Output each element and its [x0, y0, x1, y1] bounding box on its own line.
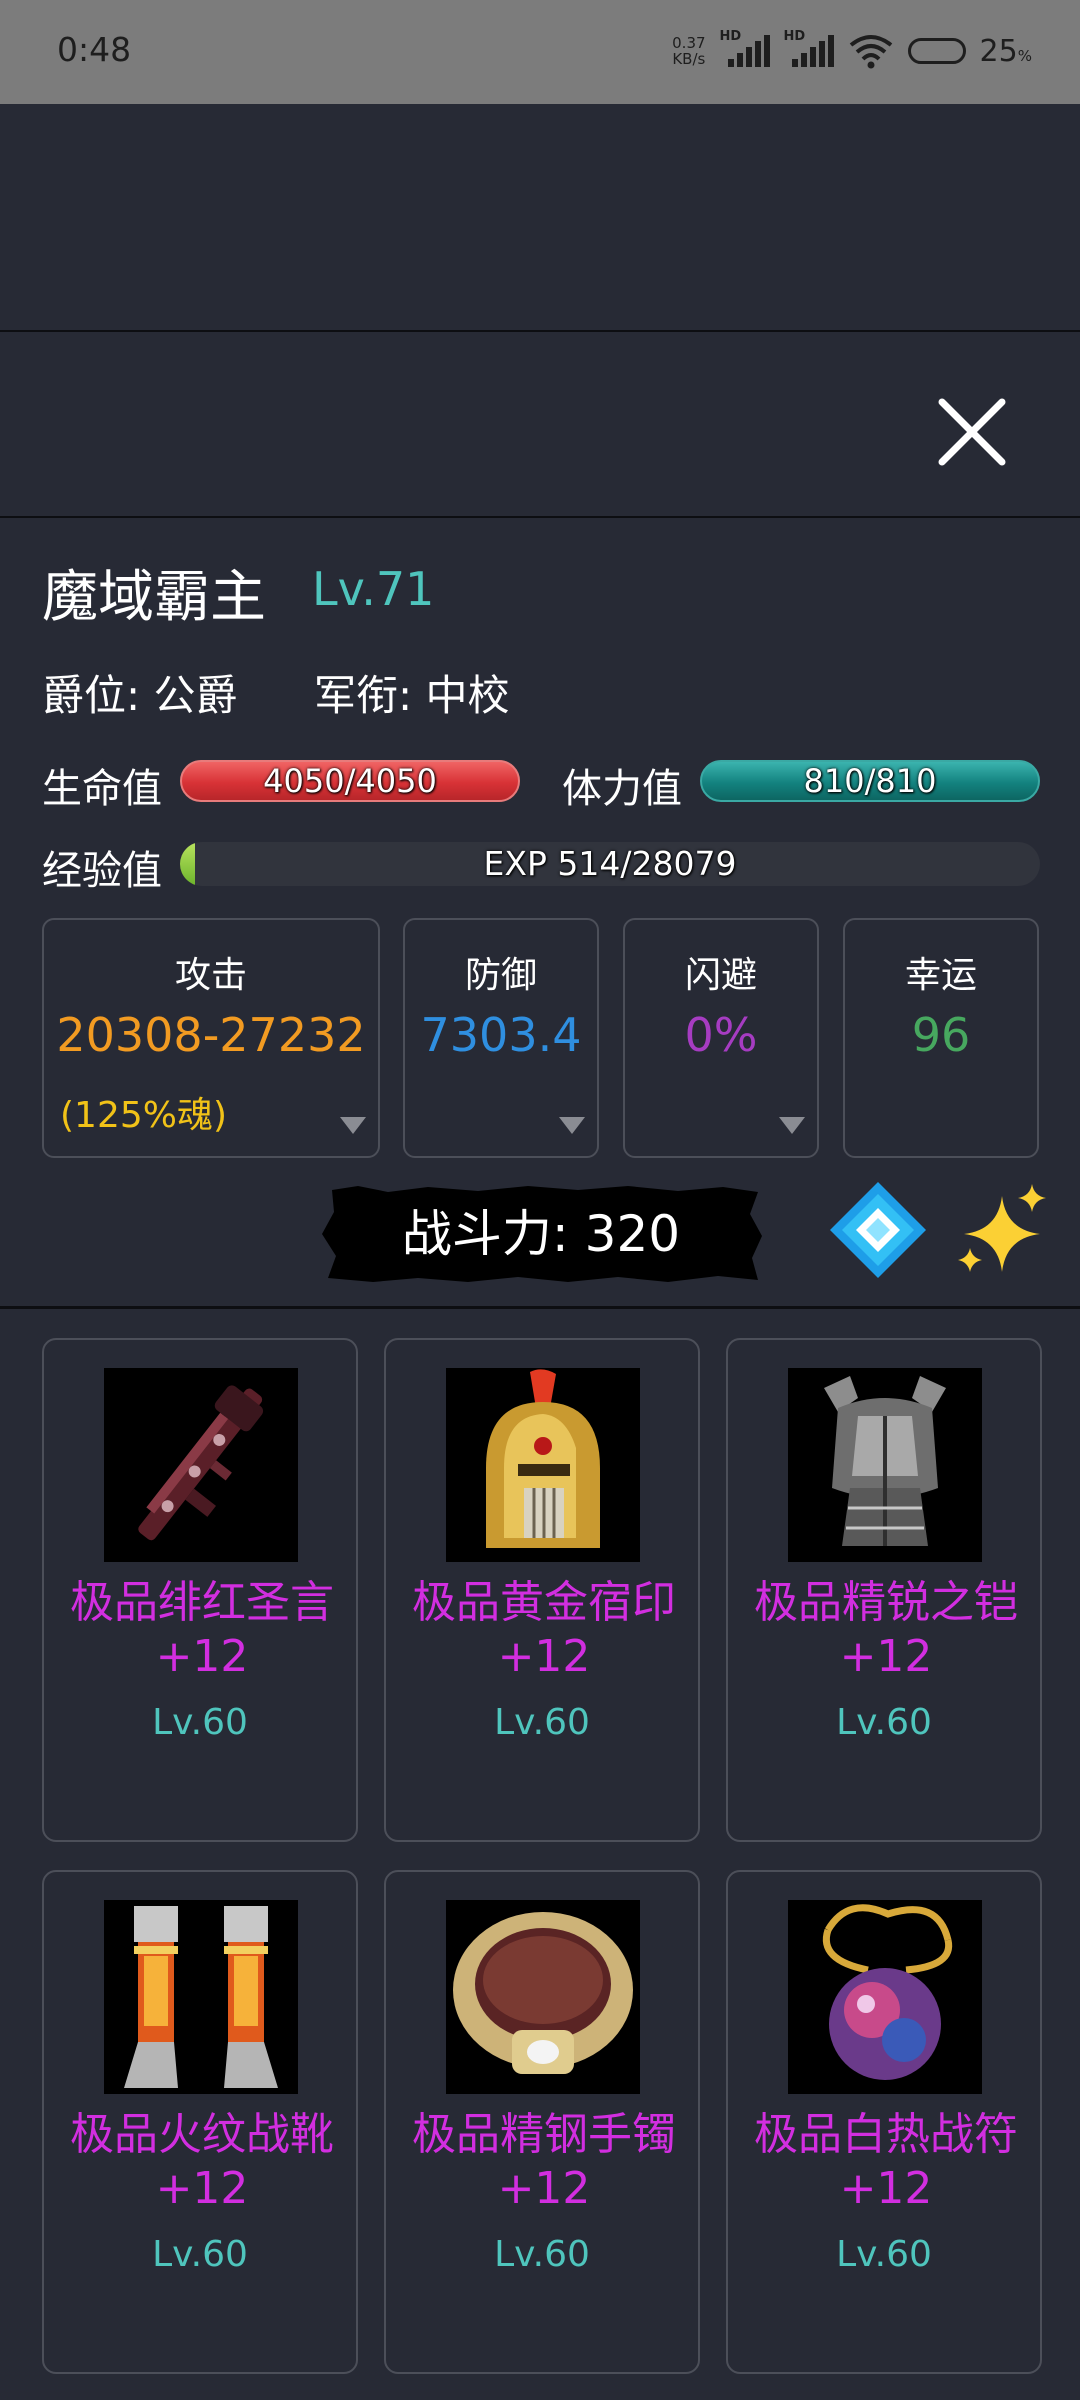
- stat-luck: 幸运 96: [843, 918, 1039, 1158]
- dodge-value: 0%: [684, 1008, 758, 1062]
- stamina-value: 810/810: [803, 762, 937, 800]
- equipment-slot-amulet[interactable]: 极品白热战符+12 Lv.60: [726, 1870, 1042, 2374]
- luck-title: 幸运: [904, 955, 977, 996]
- section-divider: [0, 1306, 1080, 1309]
- item-level: Lv.60: [836, 1702, 932, 1743]
- stamina-bar: 810/810: [700, 760, 1040, 802]
- title-rank: 爵位: 公爵: [42, 671, 238, 720]
- signal-hd-label: HD: [719, 29, 742, 44]
- hp-value: 4050/4050: [263, 762, 437, 800]
- item-level: Lv.60: [836, 2234, 932, 2275]
- status-icons: 0.37 KB/s HD HD 25%: [672, 28, 1032, 74]
- signal-icon-2: HD: [784, 29, 834, 69]
- item-name: 极品白热战符+12: [754, 2109, 1018, 2214]
- item-level: Lv.60: [152, 2234, 248, 2275]
- item-name: 极品精钢手镯+12: [412, 2109, 676, 2214]
- item-level: Lv.60: [494, 1702, 590, 1743]
- wifi-icon: [849, 35, 892, 69]
- hp-label: 生命值: [42, 766, 162, 812]
- defense-title: 防御: [464, 955, 537, 996]
- exp-label: 经验值: [42, 848, 162, 894]
- battery-percent: 25%: [979, 33, 1032, 69]
- top-blank-panel: [0, 104, 1080, 332]
- ring-bracelet-icon: [446, 1900, 640, 2094]
- item-name: 极品火纹战靴+12: [70, 2109, 334, 2214]
- network-speed-value: 0.37: [672, 34, 706, 52]
- signal-icon: HD: [720, 29, 770, 69]
- item-name: 极品精锐之铠+12: [754, 1577, 1018, 1682]
- close-icon[interactable]: [932, 392, 1012, 472]
- item-name: 极品绯红圣言+12: [70, 1577, 334, 1682]
- military-rank: 军衔: 中校: [314, 671, 510, 720]
- golden-helmet-icon: [446, 1368, 640, 1562]
- combat-power: 战斗力: 320: [401, 1205, 681, 1263]
- equipment-slot-boots[interactable]: 极品火纹战靴+12 Lv.60: [42, 1870, 358, 2374]
- stat-attack[interactable]: 攻击 20308-27232 (125%魂): [42, 918, 380, 1158]
- item-level: Lv.60: [494, 2234, 590, 2275]
- gem-icon[interactable]: [828, 1180, 928, 1280]
- status-bar: 0:48 0.37 KB/s HD HD 25%: [0, 0, 1080, 104]
- item-name: 极品黄金宿印+12: [412, 1577, 676, 1682]
- triangle-down-icon: [779, 1117, 805, 1134]
- signal2-hd-label: HD: [783, 29, 806, 44]
- equipment-slot-weapon[interactable]: 极品绯红圣言+12 Lv.60: [42, 1338, 358, 1842]
- dodge-title: 闪避: [684, 955, 757, 996]
- attack-soul-bonus: (125%魂): [60, 1095, 228, 1136]
- network-speed: 0.37 KB/s: [672, 35, 705, 67]
- attack-title: 攻击: [174, 955, 247, 996]
- exp-bar: EXP 514/28079: [180, 842, 1040, 886]
- defense-value: 7303.4: [420, 1008, 582, 1062]
- attack-value: 20308-27232: [56, 1008, 366, 1062]
- triangle-down-icon: [340, 1117, 366, 1134]
- stat-dodge[interactable]: 闪避 0%: [623, 918, 819, 1158]
- character-level: Lv.71: [312, 562, 435, 616]
- triangle-down-icon: [559, 1117, 585, 1134]
- rifle-icon: [104, 1368, 298, 1562]
- equipment-slot-helmet[interactable]: 极品黄金宿印+12 Lv.60: [384, 1338, 700, 1842]
- amulet-icon: [788, 1900, 982, 2094]
- stat-defense[interactable]: 防御 7303.4: [403, 918, 599, 1158]
- battery-icon: [907, 38, 966, 64]
- equipment-slot-armor[interactable]: 极品精锐之铠+12 Lv.60: [726, 1338, 1042, 1842]
- sparkle-icon[interactable]: [950, 1182, 1054, 1282]
- dialog-header: [0, 334, 1080, 518]
- boots-icon: [104, 1900, 298, 2094]
- exp-value: EXP 514/28079: [483, 844, 737, 883]
- hp-bar: 4050/4050: [180, 760, 520, 802]
- character-name: 魔域霸主: [42, 565, 266, 630]
- item-level: Lv.60: [152, 1702, 248, 1743]
- status-time: 0:48: [57, 30, 132, 69]
- network-speed-unit: KB/s: [672, 50, 706, 68]
- armor-icon: [788, 1368, 982, 1562]
- equipment-slot-bracelet[interactable]: 极品精钢手镯+12 Lv.60: [384, 1870, 700, 2374]
- stamina-label: 体力值: [562, 766, 682, 812]
- luck-value: 96: [911, 1008, 971, 1062]
